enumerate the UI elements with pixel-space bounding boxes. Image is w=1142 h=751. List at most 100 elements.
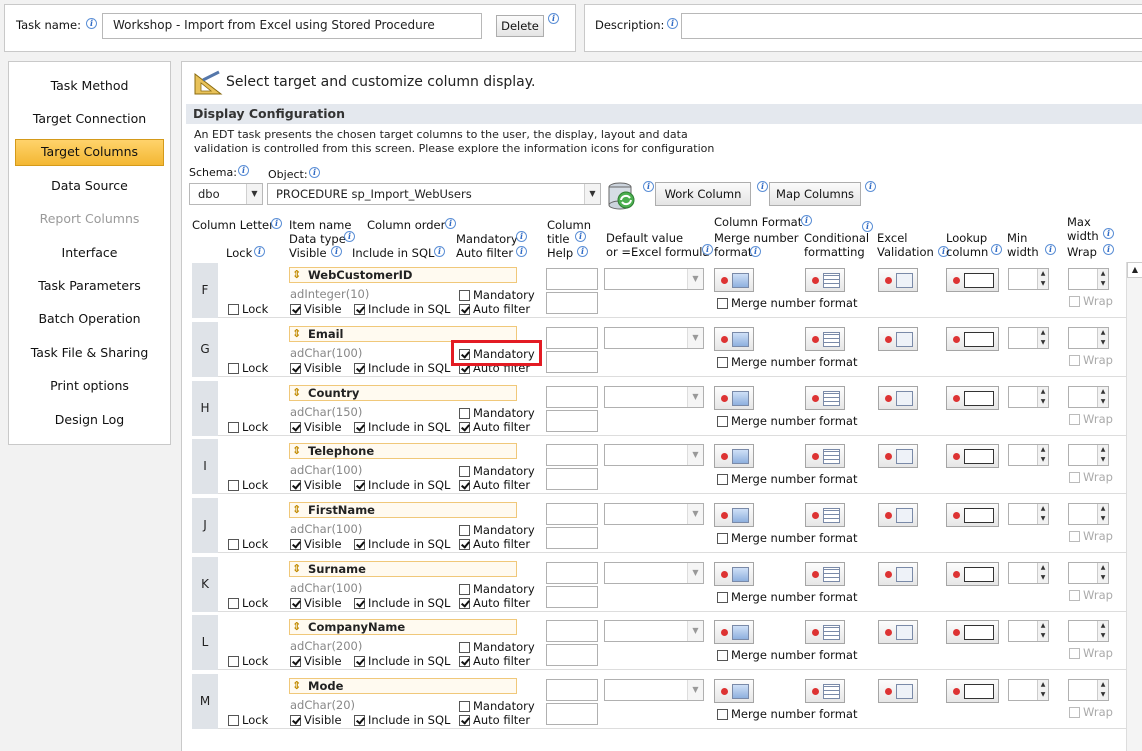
auto-filter-checkbox[interactable]: Auto filter	[459, 655, 530, 668]
default-value-select[interactable]: ▼	[604, 386, 704, 408]
work-column-button[interactable]: Work Column	[655, 182, 751, 206]
delete-info-icon[interactable]: i	[548, 13, 559, 24]
merge-number-format-checkbox[interactable]: Merge number format	[717, 415, 857, 428]
checkbox[interactable]	[228, 715, 239, 726]
visible-checkbox[interactable]: Visible	[290, 362, 342, 375]
min-width-spinner[interactable]: ▲ ▼	[1008, 562, 1049, 584]
sidebar-item-design-log[interactable]: Design Log	[9, 403, 170, 436]
column-order-info-icon[interactable]: i	[445, 218, 456, 229]
merge-format-button[interactable]	[714, 268, 754, 292]
default-value-select[interactable]: ▼	[604, 268, 704, 290]
lock-checkbox[interactable]: Lock	[228, 479, 268, 492]
checkbox[interactable]	[459, 539, 470, 550]
checkbox[interactable]	[717, 298, 728, 309]
checkbox[interactable]	[354, 363, 365, 374]
visible-checkbox[interactable]: Visible	[290, 421, 342, 434]
checkbox[interactable]	[228, 363, 239, 374]
spin-arrows-icon[interactable]: ▲ ▼	[1037, 387, 1048, 407]
checkbox[interactable]	[354, 480, 365, 491]
checkbox[interactable]	[354, 656, 365, 667]
map-columns-info-icon[interactable]: i	[865, 181, 876, 192]
include-sql-checkbox[interactable]: Include in SQL	[354, 479, 450, 492]
checkbox[interactable]	[290, 715, 301, 726]
checkbox[interactable]	[228, 422, 239, 433]
auto-filter-checkbox[interactable]: Auto filter	[459, 538, 530, 551]
spin-arrows-icon[interactable]: ▲ ▼	[1097, 387, 1108, 407]
min-width-spinner[interactable]: ▲ ▼	[1008, 679, 1049, 701]
default-value-select[interactable]: ▼	[604, 679, 704, 701]
default-value-info-icon[interactable]: i	[702, 244, 713, 255]
mandatory-checkbox[interactable]: Mandatory	[459, 407, 535, 420]
checkbox[interactable]	[459, 656, 470, 667]
excel-validation-button[interactable]	[878, 620, 918, 644]
conditional-formatting-button[interactable]	[805, 679, 845, 703]
include-sql-checkbox[interactable]: Include in SQL	[354, 597, 450, 610]
sidebar-item-batch-operation[interactable]: Batch Operation	[9, 302, 170, 335]
schema-select[interactable]: dbo ▼	[189, 183, 263, 205]
spin-arrows-icon[interactable]: ▲ ▼	[1097, 563, 1108, 583]
mandatory-checkbox[interactable]: Mandatory	[459, 641, 535, 654]
checkbox[interactable]	[290, 480, 301, 491]
min-width-spinner[interactable]: ▲ ▼	[1008, 444, 1049, 466]
default-value-select[interactable]: ▼	[604, 444, 704, 466]
checkbox[interactable]	[459, 408, 470, 419]
checkbox[interactable]	[354, 598, 365, 609]
reorder-arrows-icon[interactable]: ⇕	[292, 445, 304, 457]
auto-filter-checkbox[interactable]: Auto filter	[459, 714, 530, 727]
merge-number-format-checkbox[interactable]: Merge number format	[717, 649, 857, 662]
visible-checkbox[interactable]: Visible	[290, 714, 342, 727]
checkbox[interactable]	[459, 290, 470, 301]
checkbox[interactable]	[228, 480, 239, 491]
conditional-formatting-button[interactable]	[805, 620, 845, 644]
sidebar-item-target-columns[interactable]: Target Columns	[15, 138, 164, 166]
conditional-formatting-button[interactable]	[805, 503, 845, 527]
lock-checkbox[interactable]: Lock	[228, 714, 268, 727]
mandatory-checkbox[interactable]: Mandatory	[459, 465, 535, 478]
checkbox[interactable]	[459, 584, 470, 595]
checkbox[interactable]	[228, 304, 239, 315]
auto-filter-checkbox[interactable]: Auto filter	[459, 421, 530, 434]
column-title-input[interactable]	[546, 562, 598, 584]
schema-info-icon[interactable]: i	[238, 165, 249, 176]
include-sql-checkbox[interactable]: Include in SQL	[354, 538, 450, 551]
lock-checkbox[interactable]: Lock	[228, 421, 268, 434]
task-name-input[interactable]: Workshop - Import from Excel using Store…	[102, 13, 482, 39]
mandatory-checkbox[interactable]: Mandatory	[459, 583, 535, 596]
merge-format-button[interactable]	[714, 386, 754, 410]
lock-checkbox[interactable]: Lock	[228, 303, 268, 316]
lookup-info-icon[interactable]: i	[991, 244, 1002, 255]
spin-arrows-icon[interactable]: ▲ ▼	[1097, 680, 1108, 700]
max-width-spinner[interactable]: ▲ ▼	[1068, 620, 1109, 642]
description-input[interactable]	[681, 13, 1142, 39]
sidebar-item-task-file-sharing[interactable]: Task File & Sharing	[9, 336, 170, 369]
lock-checkbox[interactable]: Lock	[228, 655, 268, 668]
max-width-spinner[interactable]: ▲ ▼	[1068, 679, 1109, 701]
vertical-scrollbar[interactable]: ▲	[1126, 262, 1142, 751]
min-width-spinner[interactable]: ▲ ▼	[1008, 327, 1049, 349]
auto-filter-checkbox[interactable]: Auto filter	[459, 597, 530, 610]
checkbox[interactable]	[354, 304, 365, 315]
checkbox[interactable]	[354, 715, 365, 726]
sidebar-item-print-options[interactable]: Print options	[9, 369, 170, 402]
refresh-db-button[interactable]	[606, 181, 638, 211]
checkbox[interactable]	[290, 539, 301, 550]
max-width-spinner[interactable]: ▲ ▼	[1068, 386, 1109, 408]
conditional-formatting-button[interactable]	[805, 562, 845, 586]
object-select[interactable]: PROCEDURE sp_Import_WebUsers ▼	[267, 183, 601, 205]
mandatory-checkbox[interactable]: Mandatory	[459, 289, 535, 302]
min-width-spinner[interactable]: ▲ ▼	[1008, 620, 1049, 642]
merge-format-button[interactable]	[714, 444, 754, 468]
conditional-formatting-button[interactable]	[805, 444, 845, 468]
checkbox[interactable]	[459, 598, 470, 609]
reorder-arrows-icon[interactable]: ⇕	[292, 269, 304, 281]
column-title-input[interactable]	[546, 386, 598, 408]
data-type-info-icon[interactable]: i	[344, 231, 355, 242]
excel-validation-button[interactable]	[878, 327, 918, 351]
conditional-formatting-button[interactable]	[805, 268, 845, 292]
lookup-column-button[interactable]	[946, 268, 999, 292]
spin-arrows-icon[interactable]: ▲ ▼	[1037, 328, 1048, 348]
merge-number-info-icon[interactable]: i	[750, 246, 761, 257]
reorder-arrows-icon[interactable]: ⇕	[292, 563, 304, 575]
item-name-field[interactable]: ⇕ WebCustomerID	[289, 267, 517, 283]
lock-checkbox[interactable]: Lock	[228, 597, 268, 610]
